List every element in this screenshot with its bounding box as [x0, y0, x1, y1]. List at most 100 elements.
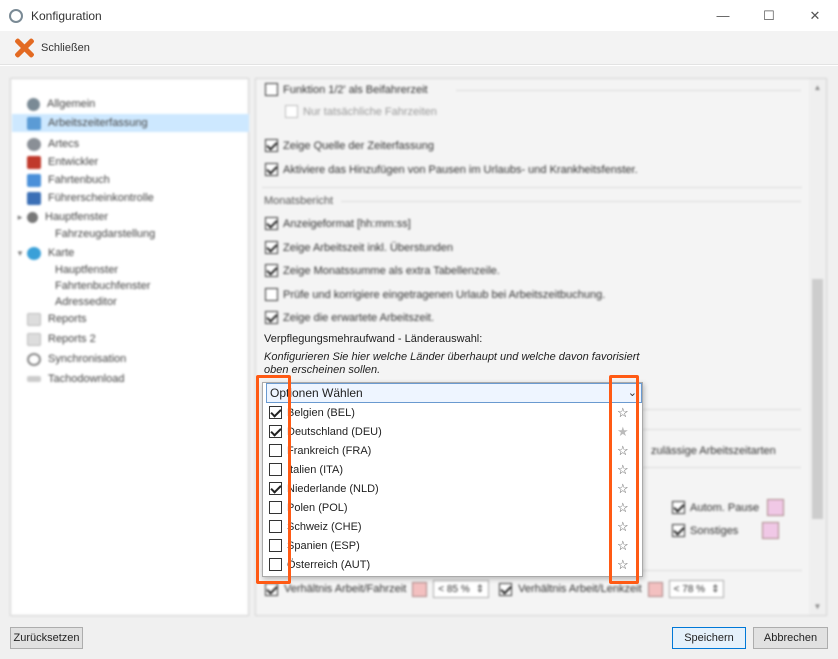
star-column-highlight [609, 375, 639, 584]
license-icon [27, 191, 41, 205]
country-label: Spanien (ESP) [287, 539, 360, 552]
report-icon [27, 312, 41, 326]
sonstiges-checkbox[interactable] [672, 524, 685, 537]
pausen-checkbox[interactable] [265, 163, 278, 176]
verhaeltnis-fahrzeit-swatch[interactable] [412, 581, 428, 597]
monatssumme-option[interactable]: Zeige Monatssumme als extra Tabellenzeil… [265, 264, 500, 277]
tree-item-allgemein[interactable]: Allgemein [13, 95, 95, 113]
nur-fahrzeiten-checkbox[interactable] [285, 105, 298, 118]
country-label: Niederlande (NLD) [287, 482, 379, 495]
tree-item-fahrzeugdarstellung[interactable]: Fahrzeugdarstellung [55, 225, 155, 243]
monatsbericht-heading: Monatsbericht [264, 195, 334, 207]
country-select[interactable]: Optionen Wählen ⌄ [266, 383, 642, 403]
tree-item-reports[interactable]: Reports [13, 310, 87, 328]
country-option[interactable]: Österreich (AUT) ☆ [263, 555, 629, 574]
country-option[interactable]: Italien (ITA) ☆ [263, 460, 629, 479]
close-button[interactable]: Schließen [41, 42, 90, 54]
gear-icon [27, 97, 40, 111]
funktion-option[interactable]: Funktion 1/2' als Beifahrerzeit [265, 83, 428, 96]
magnifier-icon [27, 211, 38, 223]
anzeigeformat-option[interactable]: Anzeigeformat [hh:mm:ss] [265, 217, 411, 230]
globe-icon [27, 246, 41, 260]
settings-scrollbar[interactable]: ▲ ▼ [809, 79, 826, 615]
sonstiges-color-swatch[interactable] [762, 522, 780, 539]
checkbox-column-highlight [256, 375, 291, 584]
tree-item-tachodownload[interactable]: Tachodownload [13, 370, 124, 388]
sync-icon [27, 352, 41, 366]
scroll-up-icon[interactable]: ▲ [809, 79, 826, 96]
cancel-button[interactable]: Abbrechen [753, 627, 828, 649]
verpflegung-hint: Konfigurieren Sie hier welche Länder übe… [264, 351, 640, 376]
save-button[interactable]: Speichern [672, 627, 746, 649]
sidebar-tree: Allgemein Arbeitszeiterfassung Artecs En… [10, 78, 249, 616]
quelle-option[interactable]: Zeige Quelle der Zeiterfassung [265, 139, 434, 152]
verhaeltnis-row: Verhältnis Arbeit/Fahrzeit < 85 % ⇕ Verhä… [265, 580, 725, 598]
autom-pause-option[interactable]: Autom. Pause [672, 499, 785, 516]
window-title: Konfiguration [31, 8, 102, 23]
country-label: Polen (POL) [287, 501, 348, 514]
erwartete-checkbox[interactable] [265, 311, 278, 324]
ueberstunden-checkbox[interactable] [265, 241, 278, 254]
minimize-button[interactable]: — [700, 0, 746, 31]
funktion-checkbox[interactable] [265, 83, 278, 96]
scroll-thumb[interactable] [812, 279, 823, 519]
tree-item-entwickler[interactable]: Entwickler [13, 153, 98, 171]
verhaeltnis-lenkzeit-checkbox[interactable] [499, 582, 513, 596]
country-option[interactable]: Belgien (BEL) ☆ [263, 403, 629, 422]
close-x-icon[interactable] [14, 38, 34, 58]
title-bar: Konfiguration — ☐ ✕ [0, 0, 838, 31]
urlaub-checkbox[interactable] [265, 288, 278, 301]
logbook-icon [27, 173, 41, 187]
scroll-down-icon[interactable]: ▼ [809, 598, 826, 615]
window-close-button[interactable]: ✕ [792, 0, 838, 31]
reset-button[interactable]: Zurücksetzen [10, 627, 83, 649]
quelle-checkbox[interactable] [265, 139, 278, 152]
country-label: Italien (ITA) [287, 463, 344, 476]
developer-icon [27, 155, 41, 169]
tree-item-hauptfenster[interactable]: ▸ Hauptfenster [13, 208, 108, 226]
report-icon [27, 332, 41, 346]
autom-pause-color-swatch[interactable] [767, 499, 785, 516]
nur-fahrzeiten-option[interactable]: Nur tatsächliche Fahrzeiten [285, 105, 437, 118]
verhaeltnis-fahrzeit-checkbox[interactable] [265, 582, 278, 596]
tree-item-arbeitszeiterfassung[interactable]: Arbeitszeiterfassung [12, 114, 249, 132]
pausen-option[interactable]: Aktiviere das Hinzufügen von Pausen im U… [265, 163, 638, 176]
monatssumme-checkbox[interactable] [265, 264, 278, 277]
tree-item-fahrtenbuch[interactable]: Fahrtenbuch [13, 171, 110, 189]
country-label: Frankreich (FRA) [287, 444, 372, 457]
tree-item-artecs[interactable]: Artecs [13, 135, 79, 153]
chevron-right-icon[interactable]: ▸ [13, 212, 27, 223]
tree-item-karte[interactable]: ▾ Karte [13, 244, 74, 262]
urlaub-option[interactable]: Prüfe und korrigiere eingetragenen Urlau… [265, 288, 605, 301]
verpflegung-label: Verpflegungsmehraufwand - Länderauswahl: [264, 333, 483, 345]
country-dropdown[interactable]: Optionen Wählen ⌄ Belgien (BEL) ☆ Deutschl… [262, 382, 643, 577]
country-label: Belgien (BEL) [287, 406, 355, 419]
tree-item-fuehrerscheinkontrolle[interactable]: Führerscheinkontrolle [13, 189, 154, 207]
country-option[interactable]: Deutschland (DEU) ★ [263, 422, 629, 441]
tree-item-synchronisation[interactable]: Synchronisation [13, 350, 126, 368]
country-option[interactable]: Schweiz (CHE) ☆ [263, 517, 629, 536]
country-option[interactable]: Niederlande (NLD) ☆ [263, 479, 629, 498]
sonstiges-option[interactable]: Sonstiges [672, 522, 780, 539]
country-label: Schweiz (CHE) [287, 520, 362, 533]
country-option[interactable]: Spanien (ESP) ☆ [263, 536, 629, 555]
chevron-down-icon[interactable]: ▾ [13, 248, 27, 259]
country-option[interactable]: Polen (POL) ☆ [263, 498, 629, 517]
tacho-icon [27, 376, 41, 382]
bottom-bar: Zurücksetzen Speichern Abbrechen [0, 619, 838, 659]
autom-pause-checkbox[interactable] [672, 501, 685, 514]
country-option[interactable]: Frankreich (FRA) ☆ [263, 441, 629, 460]
maximize-button[interactable]: ☐ [746, 0, 792, 31]
tree-item-reports-2[interactable]: Reports 2 [13, 330, 96, 348]
verhaeltnis-lenkzeit-spinbox[interactable]: < 78 % ⇕ [668, 580, 725, 598]
ueberstunden-option[interactable]: Zeige Arbeitszeit inkl. Überstunden [265, 241, 453, 254]
zulaessige-label: zulässige Arbeitszeitarten [651, 445, 776, 457]
verhaeltnis-fahrzeit-spinbox[interactable]: < 85 % ⇕ [433, 580, 490, 598]
country-label: Österreich (AUT) [287, 558, 371, 571]
verhaeltnis-lenkzeit-swatch[interactable] [647, 581, 663, 597]
toolbar: Schließen [0, 31, 838, 65]
anzeigeformat-checkbox[interactable] [265, 217, 278, 230]
erwartete-option[interactable]: Zeige die erwartete Arbeitszeit. [265, 311, 434, 324]
calendar-icon [27, 116, 41, 130]
tree-item-adresseditor[interactable]: Adresseditor [55, 293, 117, 311]
